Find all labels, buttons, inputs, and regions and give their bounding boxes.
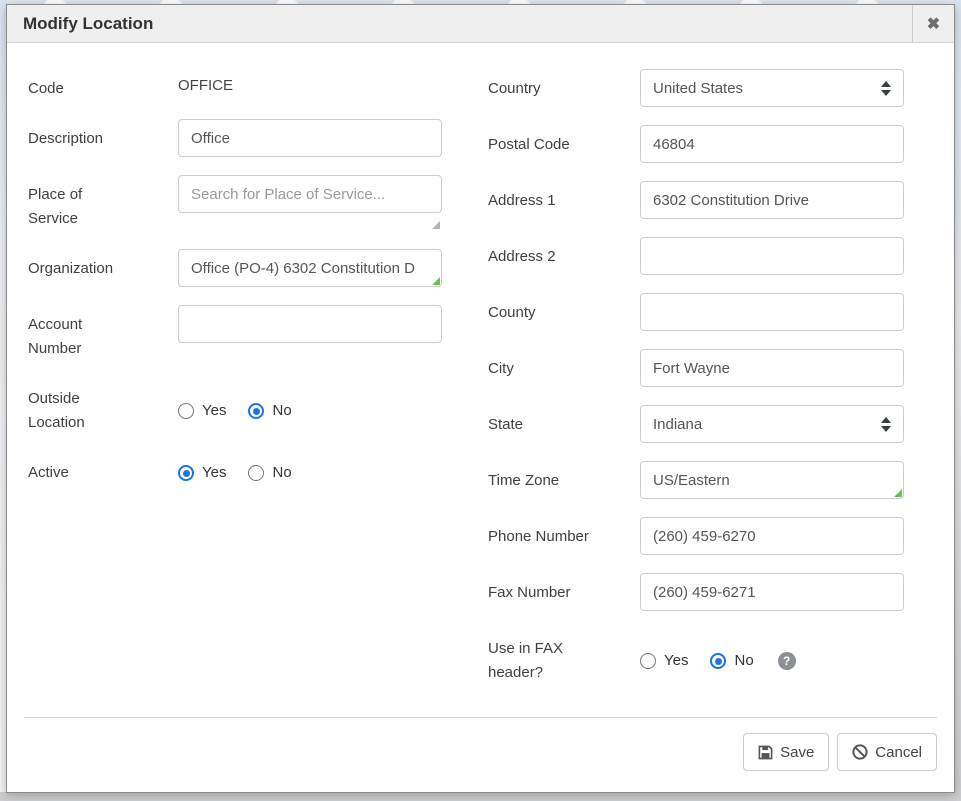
country-select[interactable]: United States xyxy=(640,69,904,107)
state-selected-value: Indiana xyxy=(653,416,702,433)
active-radio-group: Yes No xyxy=(178,453,442,485)
organization-label: Organization xyxy=(28,249,178,287)
fax-number-input[interactable] xyxy=(640,573,904,611)
cancel-button[interactable]: Cancel xyxy=(837,733,937,771)
description-label: Description xyxy=(28,119,178,157)
country-label: Country xyxy=(488,69,640,107)
account-number-label: Account Number xyxy=(28,305,178,361)
field-row-country: Country United States xyxy=(488,69,904,107)
field-row-outside-location: Outside Location Yes No xyxy=(28,379,442,435)
field-row-description: Description xyxy=(28,119,442,157)
place-of-service-label: Place of Service xyxy=(28,175,178,231)
account-number-input[interactable] xyxy=(178,305,442,343)
form-column-left: Code OFFICE Description Place of Service xyxy=(28,69,442,717)
cancel-button-label: Cancel xyxy=(875,744,922,761)
county-label: County xyxy=(488,293,640,331)
use-in-fax-header-yes-radio[interactable]: Yes xyxy=(640,653,688,669)
state-label: State xyxy=(488,405,640,443)
form-column-right: Country United States Postal Code xyxy=(488,69,904,717)
outside-location-yes-radio[interactable]: Yes xyxy=(178,403,226,419)
modal-footer: Save Cancel xyxy=(7,718,954,792)
address2-label: Address 2 xyxy=(488,237,640,275)
time-zone-input[interactable] xyxy=(640,461,904,499)
active-no-radio[interactable]: No xyxy=(248,465,291,481)
city-input[interactable] xyxy=(640,349,904,387)
use-in-fax-header-radio-group: Yes No ? xyxy=(640,629,904,685)
outside-location-label: Outside Location xyxy=(28,379,178,435)
country-selected-value: United States xyxy=(653,80,743,97)
code-label: Code xyxy=(28,69,178,101)
field-row-county: County xyxy=(488,293,904,331)
radio-circle-icon xyxy=(248,465,264,481)
page-background-right xyxy=(955,0,961,801)
close-button[interactable]: ✖ xyxy=(912,5,954,42)
radio-option-label: No xyxy=(272,403,291,419)
field-row-address1: Address 1 xyxy=(488,181,904,219)
autocomplete-corner-icon xyxy=(432,221,440,229)
modal-body: Code OFFICE Description Place of Service xyxy=(7,43,954,717)
active-label: Active xyxy=(28,453,178,485)
field-row-fax-number: Fax Number xyxy=(488,573,904,611)
field-row-place-of-service: Place of Service xyxy=(28,175,442,231)
address1-input[interactable] xyxy=(640,181,904,219)
radio-circle-icon xyxy=(710,653,726,669)
outside-location-radio-group: Yes No xyxy=(178,379,442,435)
floppy-disk-icon xyxy=(758,745,773,760)
radio-circle-icon xyxy=(640,653,656,669)
radio-option-label: No xyxy=(272,465,291,481)
code-value: OFFICE xyxy=(178,69,442,98)
field-row-organization: Organization xyxy=(28,249,442,287)
ban-circle-icon xyxy=(852,744,868,760)
address1-label: Address 1 xyxy=(488,181,640,219)
select-updown-arrows-icon xyxy=(881,417,891,432)
radio-circle-icon xyxy=(178,465,194,481)
page-background-bottom xyxy=(0,792,961,801)
fax-number-label: Fax Number xyxy=(488,573,640,611)
active-yes-radio[interactable]: Yes xyxy=(178,465,226,481)
modify-location-modal: Modify Location ✖ Code OFFICE Descriptio… xyxy=(6,4,955,793)
modal-header: Modify Location ✖ xyxy=(7,5,954,43)
county-input[interactable] xyxy=(640,293,904,331)
save-button-label: Save xyxy=(780,744,814,761)
radio-option-label: Yes xyxy=(202,465,226,481)
outside-location-no-radio[interactable]: No xyxy=(248,403,291,419)
time-zone-label: Time Zone xyxy=(488,461,640,499)
postal-code-input[interactable] xyxy=(640,125,904,163)
field-row-postal-code: Postal Code xyxy=(488,125,904,163)
use-in-fax-header-no-radio[interactable]: No xyxy=(710,653,753,669)
field-row-time-zone: Time Zone xyxy=(488,461,904,499)
field-row-city: City xyxy=(488,349,904,387)
radio-option-label: Yes xyxy=(664,653,688,669)
field-row-account-number: Account Number xyxy=(28,305,442,361)
postal-code-label: Postal Code xyxy=(488,125,640,163)
phone-number-input[interactable] xyxy=(640,517,904,555)
select-updown-arrows-icon xyxy=(881,81,891,96)
state-select[interactable]: Indiana xyxy=(640,405,904,443)
radio-circle-icon xyxy=(248,403,264,419)
city-label: City xyxy=(488,349,640,387)
radio-option-label: No xyxy=(734,653,753,669)
radio-circle-icon xyxy=(178,403,194,419)
field-row-active: Active Yes No xyxy=(28,453,442,485)
radio-option-label: Yes xyxy=(202,403,226,419)
place-of-service-search-input[interactable] xyxy=(178,175,442,213)
phone-number-label: Phone Number xyxy=(488,517,640,555)
autocomplete-valid-corner-icon xyxy=(432,277,440,285)
field-row-code: Code OFFICE xyxy=(28,69,442,101)
save-button[interactable]: Save xyxy=(743,733,829,771)
field-row-state: State Indiana xyxy=(488,405,904,443)
organization-input[interactable] xyxy=(178,249,442,287)
description-input[interactable] xyxy=(178,119,442,157)
modal-title: Modify Location xyxy=(7,14,912,34)
close-icon: ✖ xyxy=(927,14,940,34)
help-icon[interactable]: ? xyxy=(778,652,796,670)
autocomplete-valid-corner-icon xyxy=(894,489,902,497)
use-in-fax-header-label: Use in FAX header? xyxy=(488,629,640,685)
field-row-phone-number: Phone Number xyxy=(488,517,904,555)
field-row-use-in-fax-header: Use in FAX header? Yes No ? xyxy=(488,629,904,685)
address2-input[interactable] xyxy=(640,237,904,275)
field-row-address2: Address 2 xyxy=(488,237,904,275)
